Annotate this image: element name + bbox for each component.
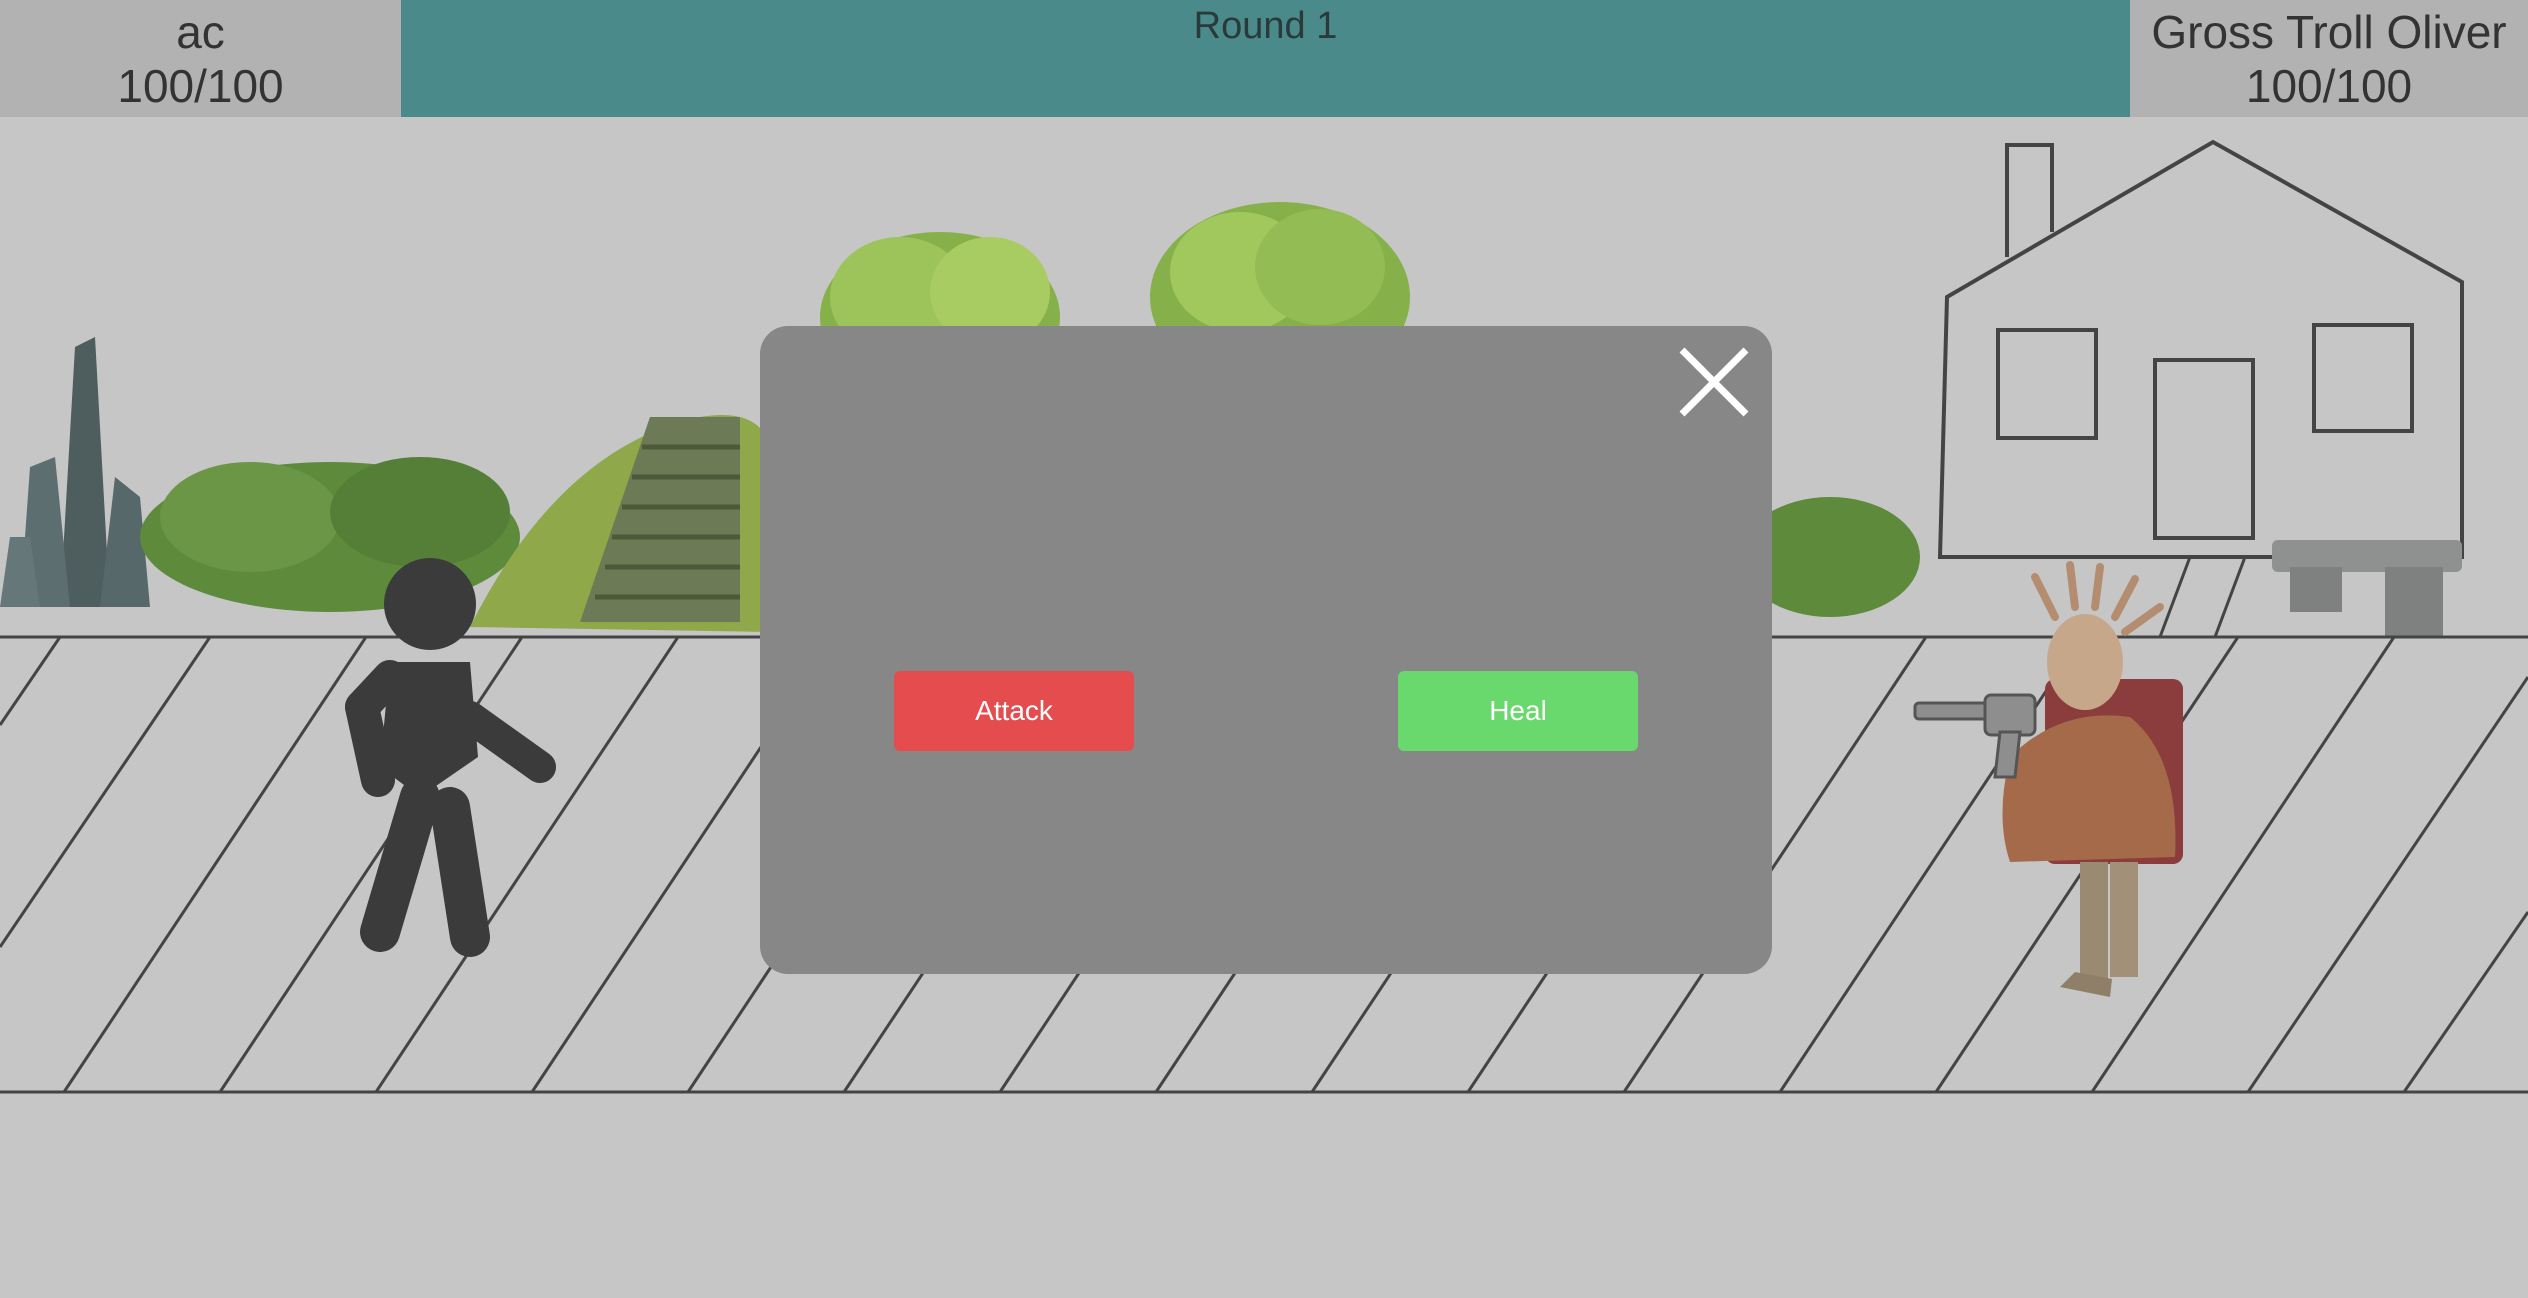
crystal-rock	[0, 337, 150, 607]
enemy-hp: 100/100	[2245, 60, 2413, 112]
player-hp: 100/100	[117, 60, 284, 112]
round-banner: Round 1	[401, 0, 2130, 117]
player-status-panel: ac 100/100	[0, 0, 401, 117]
game-stage: ac 100/100 Round 1 Gross Troll Oliver 10…	[0, 0, 2528, 1298]
stone-bench	[2272, 540, 2462, 637]
close-icon	[1679, 347, 1749, 417]
heal-button[interactable]: Heal	[1398, 671, 1638, 751]
enemy-status-panel: Gross Troll Oliver 100/100	[2130, 0, 2528, 117]
close-button[interactable]	[1676, 344, 1752, 420]
attack-button[interactable]: Attack	[894, 671, 1134, 751]
enemy-name: Gross Troll Oliver	[2151, 6, 2507, 58]
house	[1937, 139, 2464, 559]
action-modal: Attack Heal	[760, 326, 1772, 974]
enemy-troll-sprite	[1913, 561, 2183, 997]
player-name: ac	[176, 6, 225, 58]
round-label: Round 1	[1193, 5, 1338, 47]
